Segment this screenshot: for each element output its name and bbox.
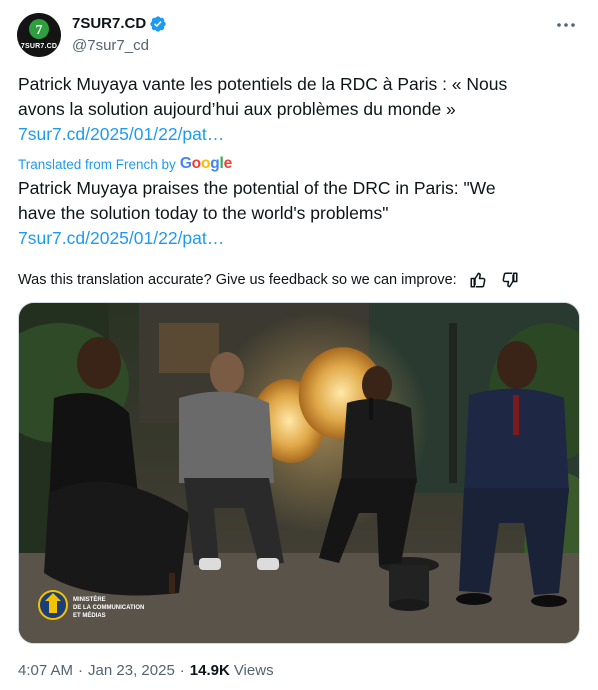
- event-photo: MINISTÈRE DE LA COMMUNICATION ET MÉDIAS: [19, 303, 579, 643]
- translated-text-line-2: have the solution today to the world's p…: [18, 203, 389, 223]
- user-handle[interactable]: @7sur7_cd: [72, 37, 149, 54]
- translated-label: Translated from French by: [18, 156, 176, 172]
- watermark-line-3: ET MÉDIAS: [73, 611, 106, 619]
- thumbs-down-button[interactable]: [499, 269, 521, 291]
- tweet-meta: 4:07 AM · Jan 23, 2025 · 14.9K Views: [18, 662, 274, 679]
- tweet-text-line-2: avons la solution aujourd’hui aux problè…: [18, 99, 456, 119]
- views-count: 14.9K: [189, 662, 230, 679]
- meta-separator: ·: [78, 662, 84, 679]
- tweet-text: Patrick Muyaya vante les potentiels de l…: [18, 72, 578, 147]
- thumbs-down-icon: [502, 272, 518, 288]
- display-name[interactable]: 7SUR7.CD: [72, 15, 146, 32]
- views-label: Views: [233, 662, 274, 679]
- thumbs-up-button[interactable]: [467, 269, 489, 291]
- avatar[interactable]: 7 7SUR7.CD: [17, 13, 61, 57]
- more-options-button[interactable]: [553, 14, 579, 36]
- avatar-logo-text: 7SUR7.CD: [20, 43, 58, 50]
- translation-feedback: Was this translation accurate? Give us f…: [18, 268, 578, 292]
- verified-badge-icon: [150, 16, 166, 32]
- tweet-time[interactable]: 4:07 AM: [18, 662, 73, 679]
- translated-link[interactable]: 7sur7.cd/2025/01/22/pat…: [18, 226, 578, 251]
- meta-separator: ·: [179, 662, 185, 679]
- feedback-prompt: Was this translation accurate? Give us f…: [18, 272, 457, 288]
- translated-text-line-1: Patrick Muyaya praises the potential of …: [18, 178, 496, 198]
- tweet-media-photo[interactable]: MINISTÈRE DE LA COMMUNICATION ET MÉDIAS: [18, 302, 580, 644]
- tweet-text-line-1: Patrick Muyaya vante les potentiels de l…: [18, 74, 508, 94]
- watermark-line-2: DE LA COMMUNICATION: [73, 605, 144, 611]
- tweet-header: 7 7SUR7.CD 7SUR7.CD @7sur7_cd: [17, 12, 581, 60]
- tweet-date[interactable]: Jan 23, 2025: [88, 662, 175, 679]
- tweet-link[interactable]: 7sur7.cd/2025/01/22/pat…: [18, 122, 578, 147]
- translation-attribution: Translated from French by Google: [18, 153, 232, 175]
- watermark-line-1: MINISTÈRE: [73, 595, 106, 603]
- more-dots-icon: [557, 23, 575, 27]
- avatar-logo-icon: 7: [17, 13, 61, 57]
- svg-text:7: 7: [36, 23, 43, 38]
- google-logo: Google: [179, 155, 233, 172]
- thumbs-up-icon: [470, 272, 486, 288]
- translated-text: Patrick Muyaya praises the potential of …: [18, 176, 578, 251]
